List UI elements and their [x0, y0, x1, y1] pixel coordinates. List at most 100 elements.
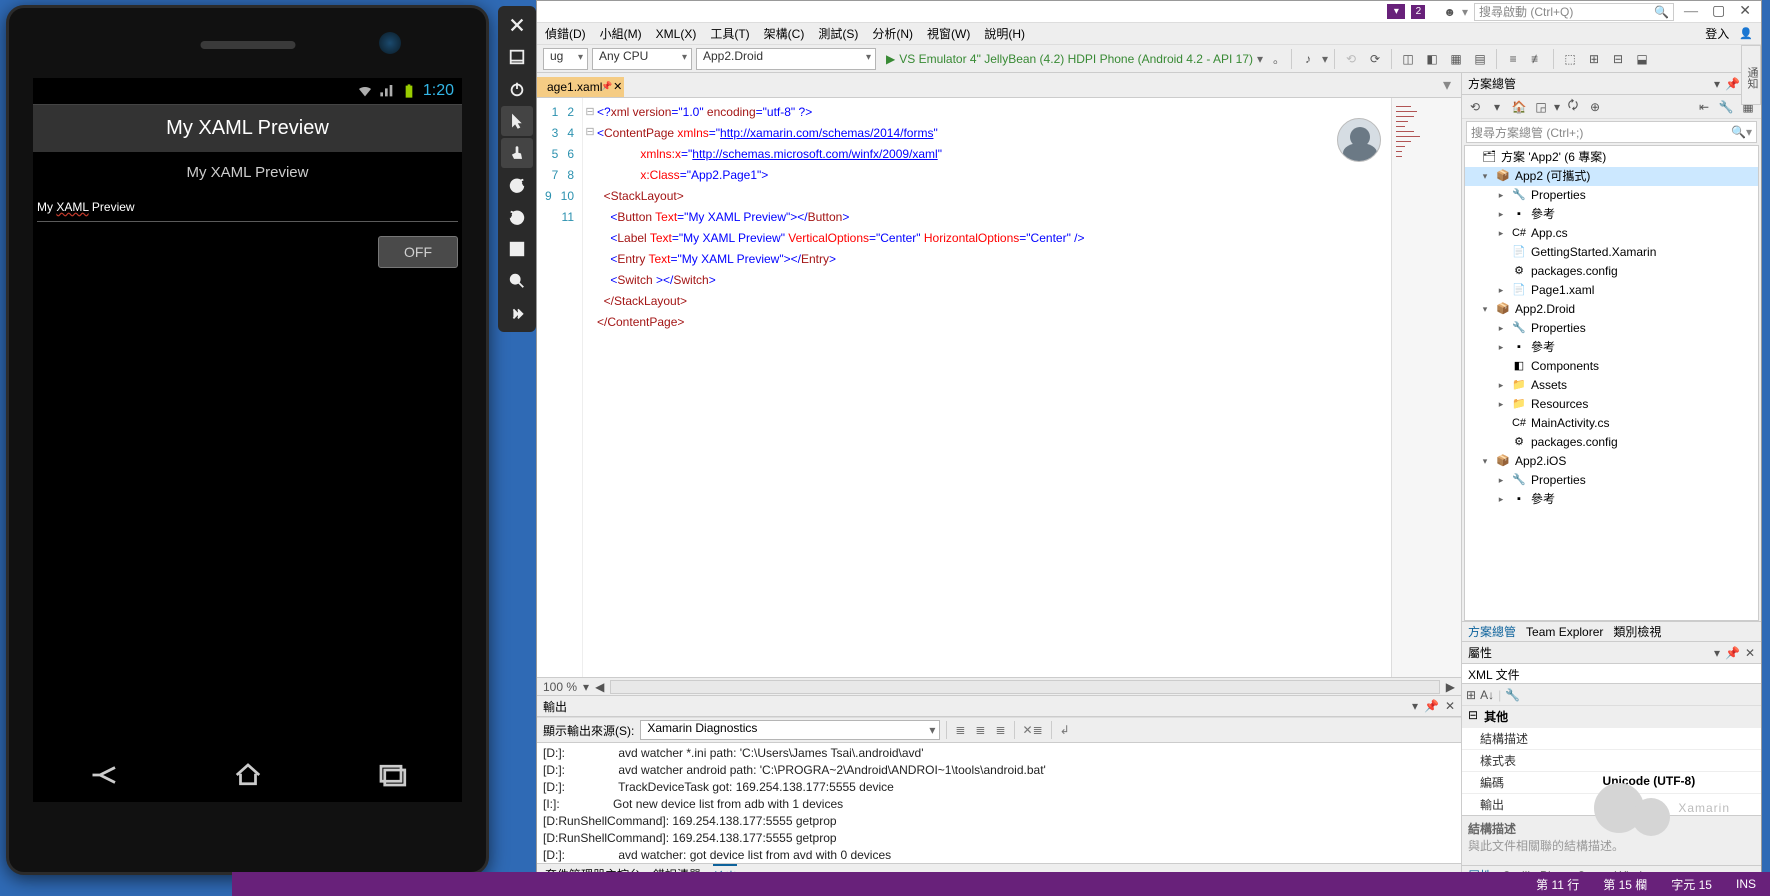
properties-icon[interactable]: 🔧 — [1717, 100, 1735, 114]
platform-dropdown[interactable]: Any CPU — [592, 48, 692, 70]
window-minimize-button[interactable]: — — [1680, 4, 1702, 20]
window-dropdown-icon[interactable]: ▾ — [1714, 646, 1720, 660]
recents-icon[interactable] — [374, 760, 408, 790]
emu-rotate-right-button[interactable] — [501, 202, 533, 232]
menu-debug[interactable]: 偵錯(D) — [545, 25, 586, 42]
fold-gutter[interactable]: ⊟ ⊟ — [583, 98, 597, 677]
solution-tree[interactable]: 🗂方案 'App2' (6 專案) ▾📦App2 (可攜式)▸🔧Properti… — [1464, 145, 1759, 621]
tree-item[interactable]: ▸📁Assets — [1465, 376, 1758, 395]
pin-icon[interactable]: 📌 — [1725, 77, 1740, 91]
notification-flag-icon[interactable]: ▾ — [1387, 4, 1405, 19]
menu-architecture[interactable]: 架構(C) — [764, 25, 805, 42]
tab-solution-explorer[interactable]: 方案總管 — [1468, 623, 1516, 640]
solution-search[interactable]: 搜尋方案總管 (Ctrl+;) 🔍▾ — [1466, 121, 1757, 143]
menu-window[interactable]: 視窗(W) — [927, 25, 970, 42]
soln-icon-2[interactable]: ⊕ — [1586, 100, 1604, 114]
window-maximize-button[interactable]: ▢ — [1708, 3, 1729, 20]
property-row[interactable]: 輸出 — [1462, 793, 1761, 815]
tab-team-explorer[interactable]: Team Explorer — [1526, 625, 1603, 639]
zoom-level[interactable]: 100 % — [543, 680, 577, 694]
tree-item[interactable]: ▸▪參考 — [1465, 490, 1758, 509]
props-pages-icon[interactable]: 🔧 — [1505, 688, 1520, 702]
emu-more-button[interactable] — [501, 298, 533, 328]
tree-item[interactable]: ▸▪參考 — [1465, 205, 1758, 224]
menu-tools[interactable]: 工具(T) — [710, 25, 749, 42]
scroll-left-icon[interactable]: ◀ — [595, 680, 604, 694]
emu-close-button[interactable] — [501, 10, 533, 40]
tree-item[interactable]: ▾📦App2.iOS — [1465, 452, 1758, 471]
toolbar-icon-7[interactable]: ⊟ — [1608, 52, 1628, 66]
notifications-rail[interactable]: 通知 — [1741, 45, 1761, 105]
new-window-icon[interactable]: ◫ — [1398, 52, 1418, 66]
toolbar-icon-4[interactable]: ▤ — [1470, 52, 1490, 66]
preview-switch[interactable]: OFF — [378, 236, 458, 268]
toggle-wrap-icon[interactable]: ↲ — [1058, 723, 1072, 737]
tree-root[interactable]: 🗂方案 'App2' (6 專案) — [1465, 148, 1758, 167]
menu-analyze[interactable]: 分析(N) — [872, 25, 913, 42]
uncomment-icon[interactable]: ≢ — [1527, 52, 1547, 66]
tree-item[interactable]: ▸🔧Properties — [1465, 186, 1758, 205]
tree-item[interactable]: ▸📄Page1.xaml — [1465, 281, 1758, 300]
tab-scroll-button[interactable]: ▾ — [1433, 75, 1461, 97]
quick-launch-search[interactable]: 搜尋啟動 (Ctrl+Q) 🔍 — [1474, 3, 1674, 21]
property-category[interactable]: ⊟其他 — [1462, 706, 1761, 727]
output-text[interactable]: [D:]: avd watcher *.ini path: 'C:\Users\… — [537, 743, 1461, 863]
emu-fit-button[interactable] — [501, 234, 533, 264]
tree-item[interactable]: ▸🔧Properties — [1465, 471, 1758, 490]
code-text[interactable]: <?xml version="1.0" encoding="utf-8" ?> … — [597, 98, 1391, 677]
notification-count-badge[interactable]: 2 — [1411, 5, 1425, 19]
output-source-dropdown[interactable]: Xamarin Diagnostics — [640, 720, 940, 740]
emu-pointer-button[interactable] — [501, 106, 533, 136]
nav-back-icon[interactable]: ⟲ — [1341, 52, 1361, 66]
tree-item[interactable]: ▾📦App2 (可攜式) — [1465, 167, 1758, 186]
pin-icon[interactable]: 📌 — [1725, 646, 1740, 660]
window-dropdown-icon[interactable]: ▾ — [1412, 699, 1418, 713]
tab-class-view[interactable]: 類別檢視 — [1613, 623, 1661, 640]
window-dropdown-icon[interactable]: ▾ — [1714, 77, 1720, 91]
property-row[interactable]: 結構描述 — [1462, 727, 1761, 749]
emu-minimize-button[interactable] — [501, 42, 533, 72]
soln-icon[interactable]: ◲ — [1532, 100, 1550, 114]
tree-item[interactable]: ▸▪參考 — [1465, 338, 1758, 357]
close-icon[interactable]: ✕ — [1445, 699, 1455, 713]
emu-power-button[interactable] — [501, 74, 533, 104]
tree-item[interactable]: 📄GettingStarted.Xamarin — [1465, 243, 1758, 262]
emu-zoom-button[interactable] — [501, 266, 533, 296]
feedback-icon[interactable]: ☻ — [1443, 5, 1456, 19]
close-tab-icon[interactable]: ✕ — [613, 80, 622, 93]
tree-item[interactable]: ▾📦App2.Droid — [1465, 300, 1758, 319]
toolbar-icon-5[interactable]: ⬚ — [1560, 52, 1580, 66]
minimap[interactable]: ▬▬▬▬▬▬▬▬▬▬▬▬▬▬▬▬▬▬▬▬▬▬▬▬▬▬▬▬▬▬▬▬▬▬▬▬▬▬▬▬… — [1391, 98, 1461, 677]
property-grid[interactable]: ⊟其他 結構描述樣式表編碼Unicode (UTF-8)輸出 — [1462, 706, 1761, 815]
tree-item[interactable]: C#MainActivity.cs — [1465, 414, 1758, 433]
tree-item[interactable]: ⚙packages.config — [1465, 433, 1758, 452]
toolbar-icon-8[interactable]: ⬓ — [1632, 52, 1652, 66]
code-editor[interactable]: 1 2 3 4 5 6 7 8 9 10 11 ⊟ ⊟ <?xml versio… — [537, 97, 1461, 677]
toolbar-icon-3[interactable]: ▦ — [1446, 52, 1466, 66]
user-icon[interactable]: 👤 — [1739, 27, 1753, 40]
start-debug-button[interactable]: VS Emulator 4" JellyBean (4.2) HDPI Phon… — [880, 52, 1269, 66]
h-scrollbar[interactable] — [610, 680, 1439, 694]
menu-test[interactable]: 測試(S) — [818, 25, 858, 42]
emu-rotate-left-button[interactable] — [501, 170, 533, 200]
tab-page1-xaml[interactable]: age1.xaml 📌 ✕ — [537, 77, 624, 97]
toolbar-icon-6[interactable]: ⊞ — [1584, 52, 1604, 66]
pin-icon[interactable]: 📌 — [601, 81, 612, 92]
output-icon-2[interactable]: ≣ — [973, 723, 987, 737]
soln-back-icon[interactable]: ⟲ — [1466, 100, 1484, 114]
home-icon[interactable]: 🏠 — [1510, 100, 1528, 114]
clear-output-icon[interactable]: ✕≣ — [1021, 723, 1045, 737]
toolbar-icon[interactable]: ♪ — [1298, 52, 1318, 66]
scroll-right-icon[interactable]: ▶ — [1446, 680, 1455, 694]
menu-team[interactable]: 小組(M) — [600, 25, 642, 42]
config-dropdown[interactable]: ug — [543, 48, 588, 70]
home-icon[interactable] — [231, 760, 265, 790]
app-title-button[interactable]: My XAML Preview — [33, 104, 462, 152]
avatar[interactable] — [1337, 118, 1381, 162]
login-link[interactable]: 登入 — [1705, 25, 1729, 42]
back-icon[interactable] — [88, 760, 122, 790]
startup-project-dropdown[interactable]: App2.Droid — [696, 48, 876, 70]
tree-item[interactable]: ▸🔧Properties — [1465, 319, 1758, 338]
tree-item[interactable]: ▸C#App.cs — [1465, 224, 1758, 243]
emu-touch-button[interactable] — [501, 138, 533, 168]
